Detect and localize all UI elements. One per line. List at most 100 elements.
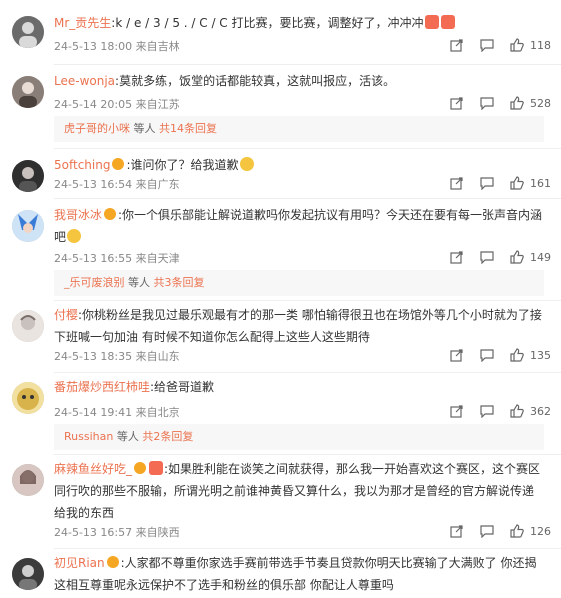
source: 来自广东 xyxy=(135,178,180,191)
username[interactable]: 初见Rian xyxy=(54,556,105,570)
repost-button[interactable] xyxy=(450,524,464,538)
comment-button[interactable] xyxy=(480,176,494,190)
comment-icon xyxy=(480,39,494,52)
reply-username[interactable]: 虎子哥的小咪 xyxy=(64,122,130,135)
avatar[interactable] xyxy=(12,382,44,414)
like-button[interactable]: 149 xyxy=(510,250,551,264)
thumbs-up-icon xyxy=(510,404,524,418)
thumbs-up-icon xyxy=(510,250,524,264)
source: 来自吉林 xyxy=(135,40,180,53)
repost-button[interactable] xyxy=(450,404,464,418)
thumbs-up-icon xyxy=(510,348,524,362)
timestamp: 24-5-13 16:57 xyxy=(54,526,133,539)
avatar[interactable] xyxy=(12,16,44,48)
reply-middle: 等人 xyxy=(128,276,150,289)
replies-summary[interactable]: _乐可废浪别 等人 共3条回复 xyxy=(54,270,544,296)
like-count: 135 xyxy=(530,348,551,362)
comment-meta: 24-5-13 16:55 来自天津 xyxy=(54,250,180,266)
avatar[interactable] xyxy=(12,310,44,342)
replies-summary[interactable]: 虎子哥的小咪 等人 共14条回复 xyxy=(54,116,544,142)
username[interactable]: 5oftching xyxy=(54,158,110,172)
divider xyxy=(54,300,561,301)
divider xyxy=(54,148,561,149)
source: 来自山东 xyxy=(135,350,180,363)
comment-text: 初见Rian:人家都不尊重你家选手赛前带选手节奏且贷款你明天比赛输了大满败了 你… xyxy=(54,552,544,596)
comment-body: :给爸哥道歉 xyxy=(150,380,215,394)
username[interactable]: 付樱 xyxy=(54,308,78,322)
username[interactable]: 我哥冰冰 xyxy=(54,208,102,222)
avatar[interactable] xyxy=(12,558,44,590)
comment-button[interactable] xyxy=(480,250,494,264)
source: 来自陕西 xyxy=(135,526,180,539)
like-button[interactable]: 362 xyxy=(510,404,551,418)
source: 来自天津 xyxy=(135,252,180,265)
like-count: 126 xyxy=(530,524,551,538)
vip-badge-icon xyxy=(112,158,125,170)
repost-button[interactable] xyxy=(450,38,464,52)
comment-meta: 24-5-13 16:57 来自陕西 xyxy=(54,524,180,540)
emoji-icon xyxy=(239,157,254,171)
reply-username[interactable]: Russihan xyxy=(64,430,113,443)
like-button[interactable]: 161 xyxy=(510,176,551,190)
vip-badge-icon xyxy=(134,462,147,474)
comment-button[interactable] xyxy=(480,38,494,52)
comment-meta: 24-5-13 18:00 来自吉林 xyxy=(54,38,180,54)
repost-button[interactable] xyxy=(450,250,464,264)
divider xyxy=(54,372,561,373)
thumbs-up-icon xyxy=(510,96,524,110)
reply-username[interactable]: _乐可废浪别 xyxy=(64,276,125,289)
timestamp: 24-5-13 18:00 xyxy=(54,40,133,53)
comment-body: :莫就多练，饭堂的话都能较真，这就叫报应，活该。 xyxy=(115,74,396,88)
emoji-icon xyxy=(424,15,439,29)
source: 来自江苏 xyxy=(135,98,180,111)
avatar[interactable] xyxy=(12,76,44,108)
repost-button[interactable] xyxy=(450,348,464,362)
avatar[interactable] xyxy=(12,210,44,242)
comment-text: Mr_贡先生:k / e / 3 / 5 . / C / C 打比赛，要比赛，调… xyxy=(54,12,544,34)
comment-button[interactable] xyxy=(480,404,494,418)
avatar[interactable] xyxy=(12,160,44,192)
comment-text: 付樱:你桃粉丝是我见过最乐观最有才的那一类 哪怕输得很丑也在场馆外等几个小时就为… xyxy=(54,304,544,348)
comment-actions: 135 xyxy=(450,346,551,364)
avatar[interactable] xyxy=(12,464,44,496)
comment-actions: 161 xyxy=(450,174,551,192)
like-button[interactable]: 126 xyxy=(510,524,551,538)
repost-icon xyxy=(450,39,463,52)
comment-icon xyxy=(480,97,494,110)
reply-count[interactable]: 共3条回复 xyxy=(154,276,205,289)
like-count: 528 xyxy=(530,96,551,110)
comment-meta: 24-5-13 16:54 来自广东 xyxy=(54,176,180,192)
reply-count[interactable]: 共2条回复 xyxy=(142,430,193,443)
username[interactable]: Lee-wonja xyxy=(54,74,115,88)
comment-actions: 528 xyxy=(450,94,551,112)
comment-button[interactable] xyxy=(480,348,494,362)
like-count: 161 xyxy=(530,176,551,190)
timestamp: 24-5-13 16:54 xyxy=(54,178,133,191)
vip-badge-icon xyxy=(106,556,119,568)
replies-summary[interactable]: Russihan 等人 共2条回复 xyxy=(54,424,544,450)
reply-count[interactable]: 共14条回复 xyxy=(159,122,217,135)
repost-icon xyxy=(450,251,463,264)
thumbs-up-icon xyxy=(510,176,524,190)
repost-icon xyxy=(450,349,463,362)
repost-button[interactable] xyxy=(450,176,464,190)
like-count: 149 xyxy=(530,250,551,264)
like-button[interactable]: 118 xyxy=(510,38,551,52)
like-button[interactable]: 528 xyxy=(510,96,551,110)
comment-button[interactable] xyxy=(480,96,494,110)
comment-body: :人家都不尊重你家选手赛前带选手节奏且贷款你明天比赛输了大满败了 你还揭这相互尊… xyxy=(54,556,537,592)
level-badge-icon xyxy=(149,461,164,475)
timestamp: 24-5-14 19:41 xyxy=(54,406,133,419)
username[interactable]: Mr_贡先生 xyxy=(54,16,111,30)
comment-icon xyxy=(480,405,494,418)
repost-button[interactable] xyxy=(450,96,464,110)
username[interactable]: 麻辣鱼丝好吃_ xyxy=(54,462,132,476)
comment-actions: 126 xyxy=(450,522,551,540)
comment-meta: 24-5-13 18:35 来自山东 xyxy=(54,348,180,364)
comment-body: :你一个俱乐部能让解说道歉吗你发起抗议有用吗？今天还在要有每一张声音内涵吧 xyxy=(54,208,543,244)
comment-button[interactable] xyxy=(480,524,494,538)
timestamp: 24-5-13 16:55 xyxy=(54,252,133,265)
like-button[interactable]: 135 xyxy=(510,348,551,362)
timestamp: 24-5-14 20:05 xyxy=(54,98,133,111)
username[interactable]: 番茄爆炒西红柿哇 xyxy=(54,380,150,394)
